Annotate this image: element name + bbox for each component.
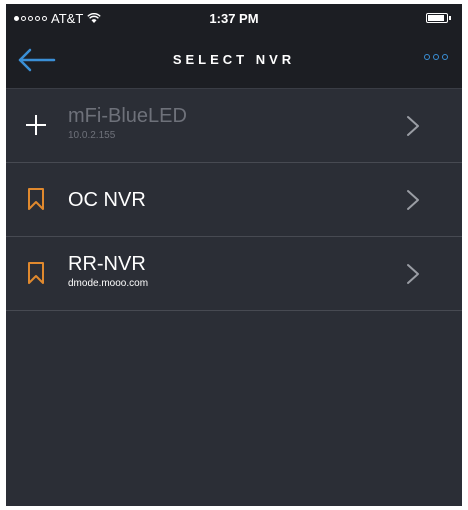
nvr-name: OC NVR <box>68 189 146 211</box>
chevron-right-icon <box>407 116 419 136</box>
phone-screen: AT&T 1:37 PM SELECT NVR mFi-BlueLED 10.0… <box>6 4 462 506</box>
nvr-list: mFi-BlueLED 10.0.2.155 OC NVR RR-NVR dmo… <box>6 89 462 311</box>
status-bar: AT&T 1:37 PM <box>6 4 462 32</box>
nvr-address: 10.0.2.155 <box>68 130 116 141</box>
chevron-right-icon <box>407 264 419 284</box>
nvr-name: RR-NVR <box>68 253 146 275</box>
nvr-item-text: OC NVR <box>68 179 146 212</box>
more-options-icon[interactable] <box>424 54 448 60</box>
battery-icon <box>426 13 451 23</box>
nvr-list-item-oc-nvr[interactable]: OC NVR <box>6 163 462 237</box>
bookmark-icon <box>28 188 44 210</box>
nvr-item-text: mFi-BlueLED 10.0.2.155 <box>68 105 187 141</box>
nvr-list-item-mfi-blueled[interactable]: mFi-BlueLED 10.0.2.155 <box>6 89 462 163</box>
page-title: SELECT NVR <box>172 52 296 67</box>
nvr-list-item-rr-nvr[interactable]: RR-NVR dmode.mooo.com <box>6 237 462 311</box>
bookmark-icon <box>28 262 44 284</box>
status-time: 1:37 PM <box>209 11 259 26</box>
chevron-right-icon <box>407 190 419 210</box>
nvr-address: dmode.mooo.com <box>68 278 149 289</box>
nvr-item-text: RR-NVR dmode.mooo.com <box>68 253 148 289</box>
navigation-bar: SELECT NVR <box>6 32 462 89</box>
nvr-name: mFi-BlueLED <box>68 105 187 127</box>
plus-icon <box>26 115 46 135</box>
